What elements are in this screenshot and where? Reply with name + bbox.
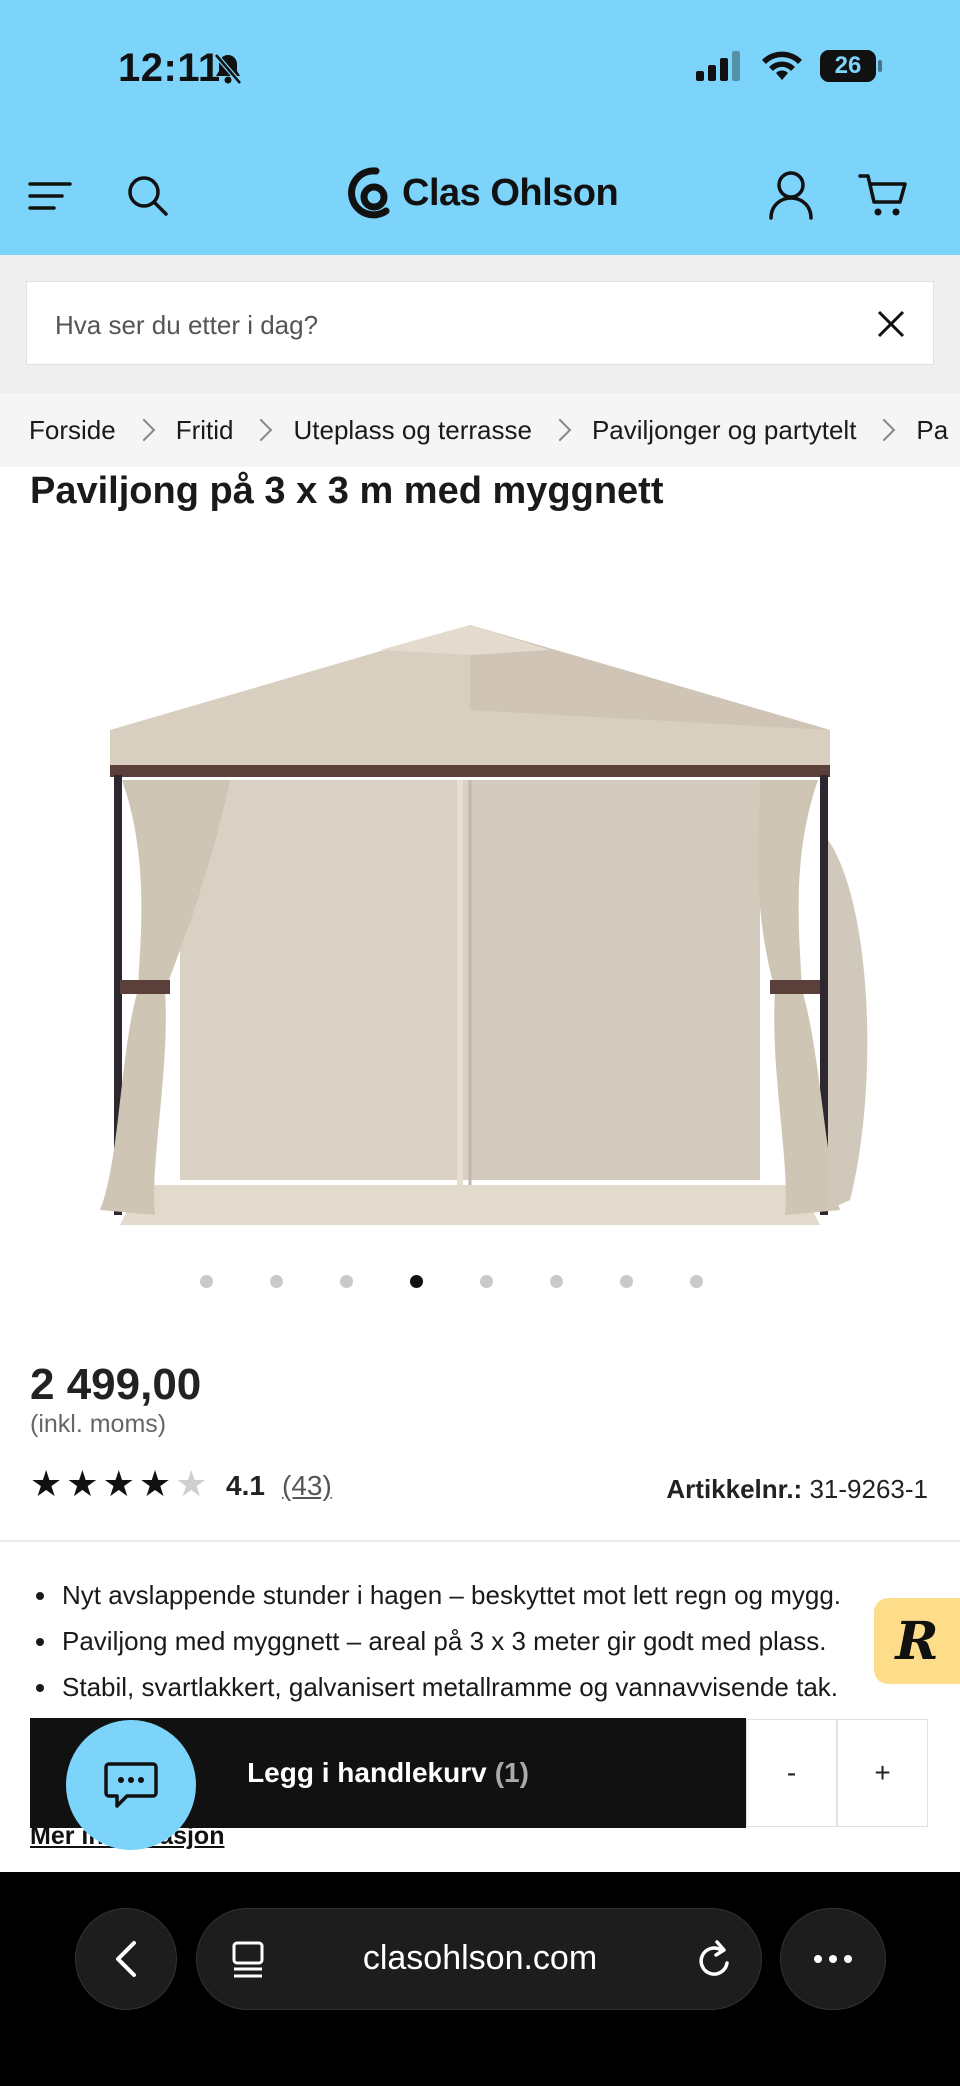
signal-icon <box>696 51 740 81</box>
article-number: Artikkelnr.: 31-9263-1 <box>666 1474 928 1505</box>
breadcrumb-home[interactable]: Forside <box>29 415 116 446</box>
list-item: Stabil, svartlakkert, galvanisert metall… <box>30 1664 930 1710</box>
carousel-dot[interactable] <box>690 1275 703 1288</box>
mute-icon <box>212 52 244 91</box>
star-icon: ★ <box>138 1463 172 1504</box>
chat-icon <box>104 1762 158 1808</box>
breadcrumb-fritid[interactable]: Fritid <box>176 415 234 446</box>
star-empty-icon: ★ <box>175 1463 208 1504</box>
carousel-dot[interactable] <box>480 1275 493 1288</box>
review-count-link[interactable]: (43) <box>282 1470 332 1502</box>
status-icons: 26 <box>696 50 882 82</box>
decrease-quantity-button[interactable]: - <box>746 1719 837 1827</box>
star-icon: ★ <box>30 1463 63 1504</box>
close-icon[interactable] <box>877 310 905 343</box>
back-button[interactable] <box>75 1908 177 2010</box>
product-title: Paviljong på 3 x 3 m med myggnett <box>30 470 664 512</box>
product-image[interactable] <box>80 600 880 1240</box>
list-item: Nyt avslappende stunder i hagen – beskyt… <box>30 1572 930 1618</box>
carousel-dot[interactable] <box>620 1275 633 1288</box>
rating-value: 4.1 <box>226 1470 265 1501</box>
list-item: Paviljong med myggnett – areal på 3 x 3 … <box>30 1618 930 1664</box>
sku-label: Artikkelnr.: <box>666 1474 803 1504</box>
cart-quantity: (1) <box>494 1757 529 1788</box>
cart-icon[interactable] <box>858 172 908 223</box>
breadcrumb-uteplass[interactable]: Uteplass og terrasse <box>293 415 531 446</box>
increase-quantity-button[interactable]: + <box>837 1719 928 1827</box>
status-time: 12:11 <box>118 46 221 90</box>
search-icon[interactable] <box>126 174 170 223</box>
battery-icon: 26 <box>820 50 882 82</box>
logo-mark-icon <box>348 167 390 219</box>
breadcrumb-paviljonger[interactable]: Paviljonger og partytelt <box>592 415 856 446</box>
chevron-right-icon <box>548 418 572 442</box>
r-badge-button[interactable]: R <box>874 1598 960 1684</box>
chevron-right-icon <box>132 418 156 442</box>
carousel-dot[interactable] <box>270 1275 283 1288</box>
breadcrumb-current[interactable]: Pa <box>916 415 948 446</box>
reload-icon[interactable] <box>695 1939 735 1986</box>
more-dot-icon <box>844 1955 852 1963</box>
address-bar[interactable]: clasohlson.com <box>196 1908 762 2010</box>
add-to-cart-label: Legg i handlekurv <box>247 1757 487 1788</box>
chevron-left-icon <box>116 1941 136 1977</box>
breadcrumb: Forside Fritid Uteplass og terrasse Pavi… <box>0 393 960 467</box>
star-icon: ★ <box>102 1463 135 1504</box>
url-text: clasohlson.com <box>362 1939 598 1977</box>
sku-value: 31-9263-1 <box>809 1474 928 1504</box>
menu-icon[interactable] <box>28 180 72 217</box>
vat-note: (inkl. moms) <box>30 1410 167 1438</box>
search-placeholder: Hva ser du etter i dag? <box>55 310 319 340</box>
brand-logo[interactable]: Clas Ohlson <box>348 165 619 221</box>
divider <box>0 1540 960 1542</box>
brand-name: Clas Ohlson <box>402 171 619 214</box>
more-options-button[interactable] <box>780 1908 886 2010</box>
rating-stars: ★ ★ ★ ★ ★ <box>30 1466 207 1502</box>
carousel-dot[interactable] <box>340 1275 353 1288</box>
search-input[interactable]: Hva ser du etter i dag? <box>26 281 934 365</box>
carousel-dot[interactable] <box>200 1275 213 1288</box>
chevron-right-icon <box>873 418 896 442</box>
star-icon: ★ <box>66 1463 99 1504</box>
wifi-icon <box>762 51 802 80</box>
image-carousel-dots <box>200 1275 703 1288</box>
carousel-dot[interactable] <box>550 1275 563 1288</box>
chevron-right-icon <box>250 418 273 442</box>
carousel-dot-active[interactable] <box>410 1275 423 1288</box>
more-dot-icon <box>829 1955 837 1963</box>
product-price: 2 499,00 <box>30 1360 202 1409</box>
more-dot-icon <box>814 1955 822 1963</box>
account-icon[interactable] <box>768 170 814 225</box>
chat-button[interactable] <box>66 1720 196 1850</box>
product-highlights: Nyt avslappende stunder i hagen – beskyt… <box>30 1572 930 1710</box>
